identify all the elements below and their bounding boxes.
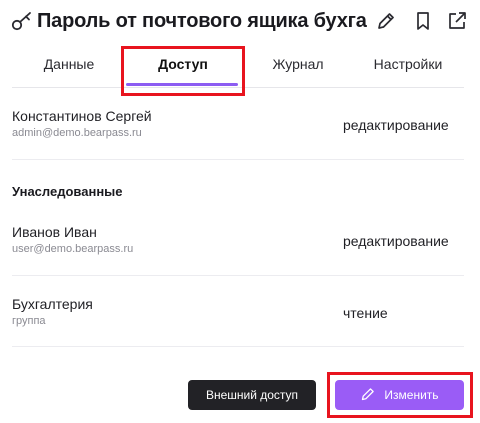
open-external-icon[interactable] (446, 10, 468, 32)
tab-highlight-frame (121, 46, 245, 96)
external-access-button[interactable]: Внешний доступ (188, 380, 316, 410)
tab-settings[interactable]: Настройки (368, 56, 448, 72)
user-name: Константинов Сергей (12, 108, 152, 124)
inherited-section-title: Унаследованные (12, 184, 123, 199)
row-divider (12, 275, 464, 276)
row-divider (12, 159, 464, 160)
user-email: user@demo.bearpass.ru (12, 243, 134, 255)
bookmark-icon[interactable] (412, 10, 434, 32)
permission-label: редактирование (343, 233, 449, 249)
header: Пароль от почтового ящика бухгал... (0, 0, 480, 44)
button-highlight-frame (327, 372, 473, 418)
tab-data[interactable]: Данные (34, 56, 104, 72)
access-row[interactable]: Иванов Иван user@demo.bearpass.ru редакт… (12, 224, 464, 274)
group-type: группа (12, 315, 46, 327)
group-name: Бухгалтерия (12, 296, 93, 312)
user-name: Иванов Иван (12, 224, 97, 240)
row-divider (12, 346, 464, 347)
tab-journal[interactable]: Журнал (258, 56, 338, 72)
external-access-label: Внешний доступ (205, 388, 299, 402)
access-row[interactable]: Бухгалтерия группа чтение (12, 296, 464, 346)
page-title: Пароль от почтового ящика бухгал... (37, 10, 367, 32)
permission-label: чтение (343, 305, 388, 321)
key-icon (11, 11, 33, 31)
access-row[interactable]: Константинов Сергей admin@demo.bearpass.… (12, 108, 464, 158)
edit-icon[interactable] (375, 10, 397, 32)
user-email: admin@demo.bearpass.ru (12, 127, 142, 139)
permission-label: редактирование (343, 117, 449, 133)
